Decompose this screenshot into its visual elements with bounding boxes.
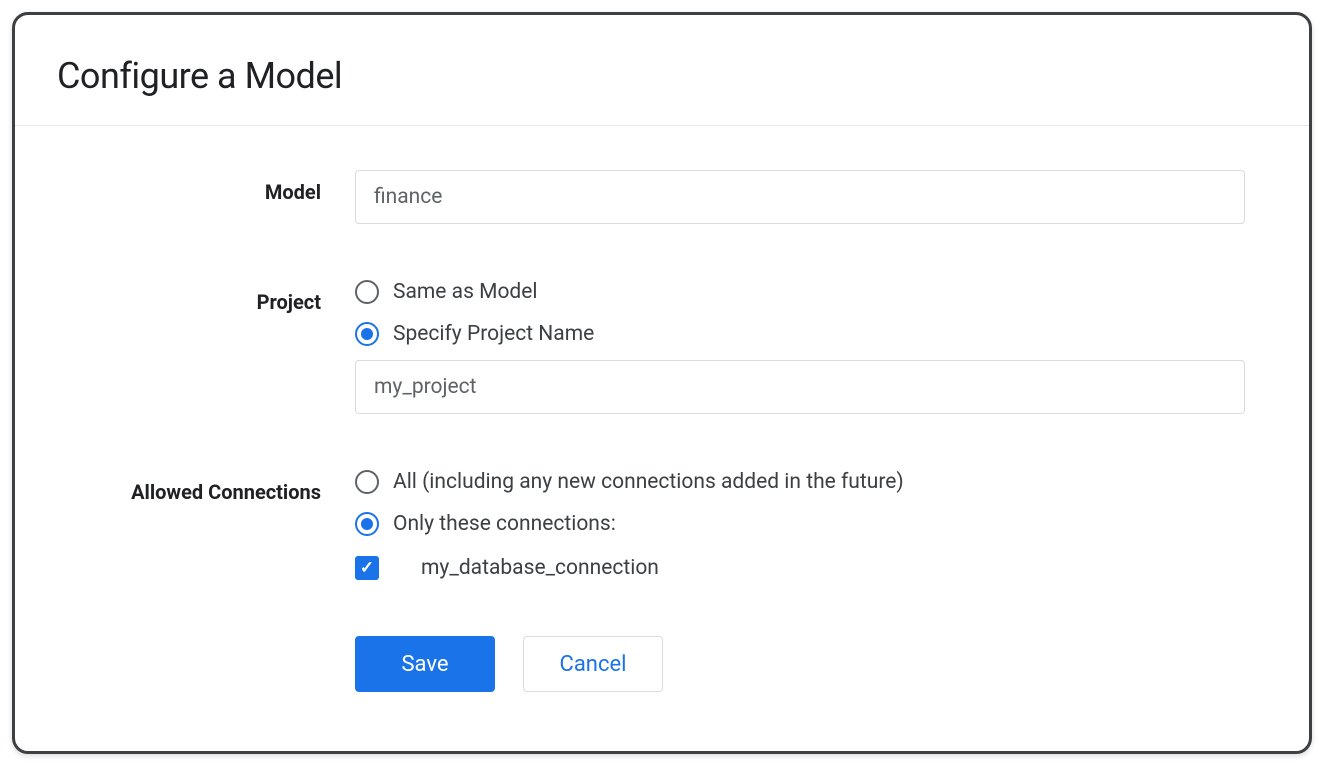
connections-control: All (including any new connections added… (355, 470, 1245, 580)
project-radio-same-label: Same as Model (393, 280, 538, 304)
button-row: Save Cancel (355, 636, 1269, 692)
radio-icon-selected (355, 322, 379, 346)
project-control: Same as Model Specify Project Name (355, 280, 1245, 414)
connections-radio-only[interactable]: Only these connections: (355, 512, 1245, 536)
model-control (355, 170, 1245, 224)
cancel-button[interactable]: Cancel (523, 636, 663, 692)
connection-checkbox-label: my_database_connection (409, 556, 659, 580)
radio-icon (355, 470, 379, 494)
connections-radio-group: All (including any new connections added… (355, 470, 1245, 536)
configure-model-dialog: Configure a Model Model Project Same as … (12, 12, 1312, 754)
project-radio-same[interactable]: Same as Model (355, 280, 1245, 304)
model-row: Model (55, 170, 1269, 224)
model-label: Model (55, 170, 355, 204)
connections-label: Allowed Connections (55, 470, 355, 504)
dialog-header: Configure a Model (15, 15, 1309, 126)
model-input[interactable] (355, 170, 1245, 224)
project-label: Project (55, 280, 355, 314)
project-radio-specify-label: Specify Project Name (393, 322, 594, 346)
checkbox-checked-icon: ✓ (355, 556, 379, 580)
connection-checkbox-item[interactable]: ✓ my_database_connection (355, 556, 1245, 580)
connections-radio-all[interactable]: All (including any new connections added… (355, 470, 1245, 494)
check-icon: ✓ (360, 560, 374, 577)
dialog-title: Configure a Model (57, 55, 1269, 97)
dialog-body: Model Project Same as Model Specify Proj… (15, 126, 1309, 732)
project-radio-specify[interactable]: Specify Project Name (355, 322, 1245, 346)
connections-radio-all-label: All (including any new connections added… (393, 470, 904, 494)
project-name-wrapper (355, 360, 1245, 414)
connections-row: Allowed Connections All (including any n… (55, 470, 1269, 580)
save-button[interactable]: Save (355, 636, 495, 692)
connections-radio-only-label: Only these connections: (393, 512, 616, 536)
project-row: Project Same as Model Specify Project Na… (55, 280, 1269, 414)
project-name-input[interactable] (355, 360, 1245, 414)
project-radio-group: Same as Model Specify Project Name (355, 280, 1245, 346)
radio-icon (355, 280, 379, 304)
radio-icon-selected (355, 512, 379, 536)
